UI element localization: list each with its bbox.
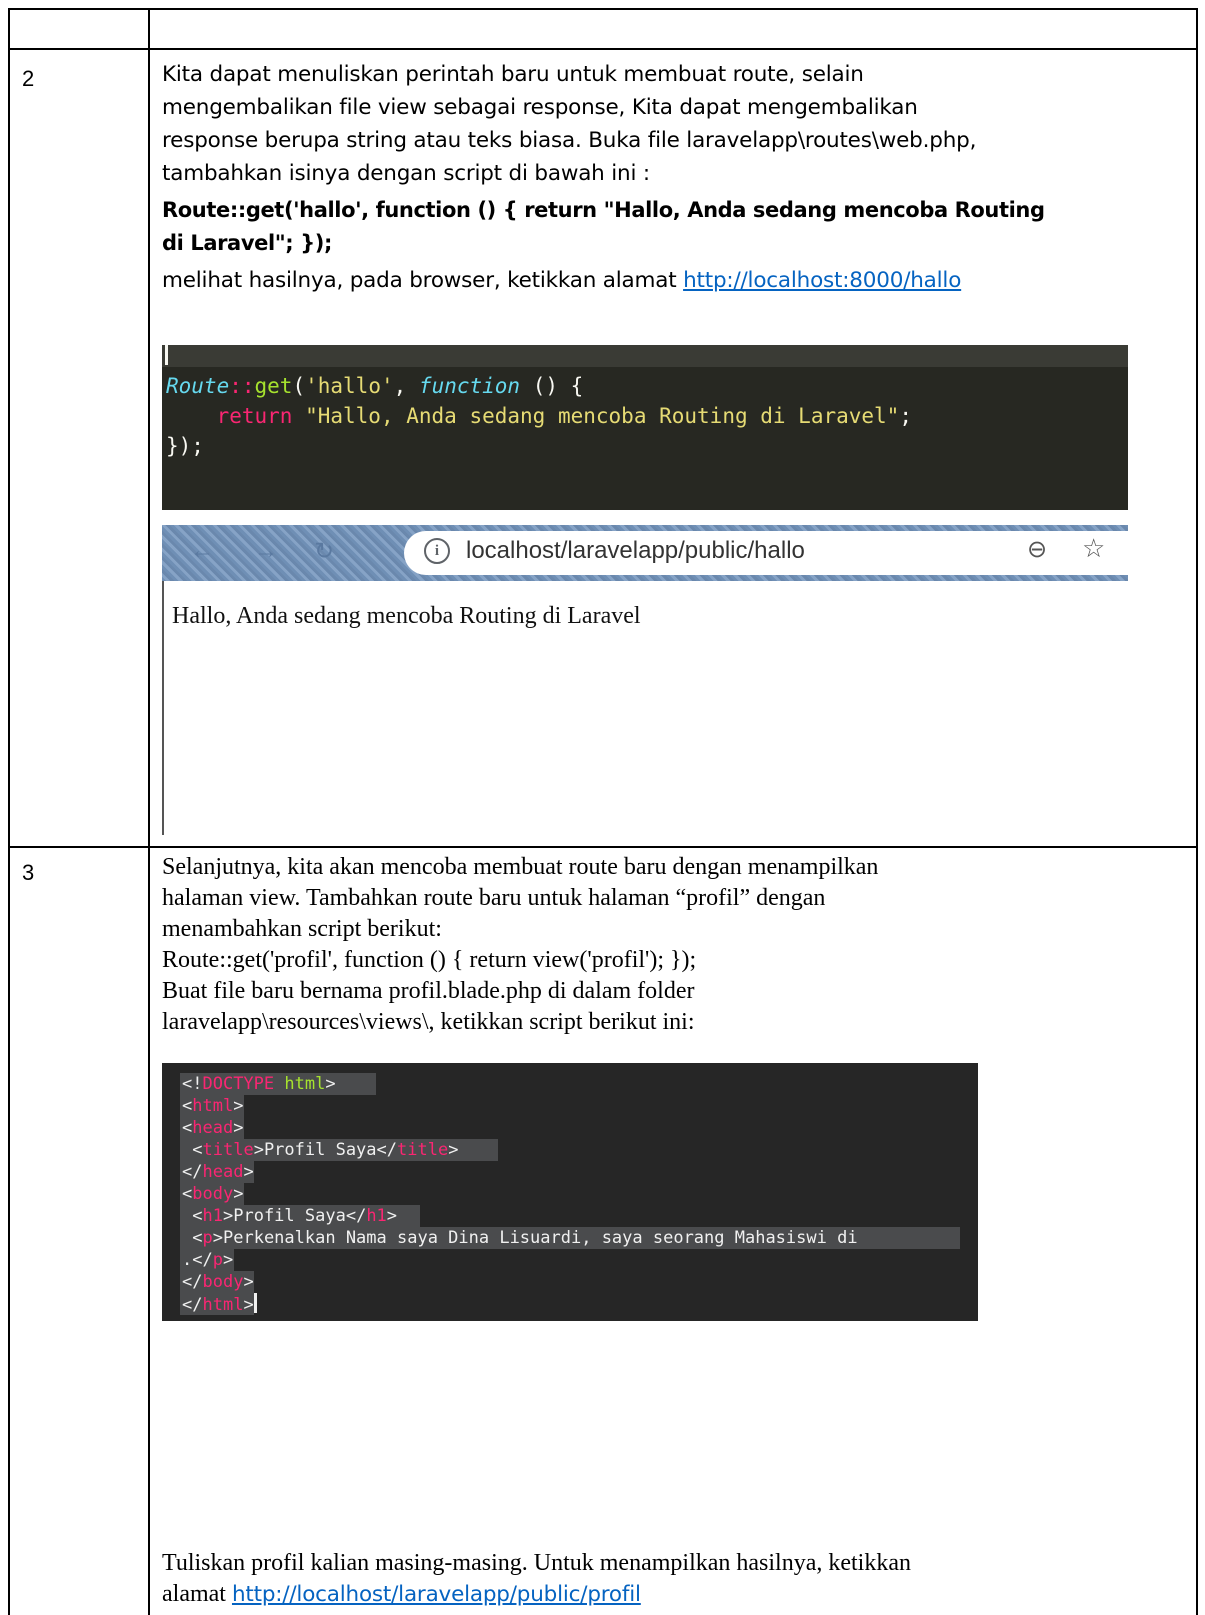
star-icon[interactable]: ☆ — [1082, 533, 1105, 564]
table-border-right — [1196, 8, 1198, 1615]
forward-arrow-icon[interactable]: → — [254, 537, 278, 565]
intro-line: tambahkan isinya dengan script di bawah … — [162, 161, 650, 186]
outro-line: alamat http://localhost/laravelapp/publi… — [162, 1579, 1192, 1610]
bold-code-line: di Laravel"; }); — [162, 231, 332, 255]
intro-line: response berupa string atau teks biasa. … — [162, 128, 977, 153]
intro-line: Buat file baru bernama profil.blade.php … — [162, 978, 695, 1004]
code-line: .</p> — [182, 1250, 234, 1270]
row-3-outro: Tuliskan profil kalian masing-masing. Un… — [162, 1548, 1192, 1610]
address-url[interactable]: localhost/laravelapp/public/hallo — [466, 537, 805, 565]
outro-prefix: alamat — [162, 1581, 232, 1607]
localhost-profil-link[interactable]: http://localhost/laravelapp/public/profi… — [232, 1582, 641, 1607]
code-block: Route::get('hallo', function () { return… — [166, 371, 912, 461]
code-line: </html> — [182, 1293, 257, 1316]
intro-line: mengembalikan file view sebagai response… — [162, 95, 918, 120]
table-row-divider-2 — [8, 846, 1198, 848]
code-line: <head> — [182, 1118, 244, 1138]
table-column-divider — [148, 8, 150, 1615]
code-line: <p>Perkenalkan Nama saya Dina Lisuardi, … — [192, 1228, 858, 1248]
result-prefix: melihat hasilnya, pada browser, ketikkan… — [162, 268, 684, 293]
code-line: Route::get('hallo', function () { — [166, 374, 584, 398]
row-2-content: Kita dapat menuliskan perintah baru untu… — [162, 58, 1192, 297]
code-line: <title>Profil Saya</title> — [192, 1140, 459, 1160]
code-line: </head> — [182, 1162, 254, 1182]
zoom-out-icon[interactable]: ⊖ — [1027, 535, 1047, 564]
reload-icon[interactable]: ↻ — [314, 537, 334, 566]
code-line: }); — [166, 434, 204, 458]
text-cursor — [165, 345, 168, 365]
intro-line: Kita dapat menuliskan perintah baru untu… — [162, 62, 864, 87]
table-border-left — [8, 8, 10, 1615]
row-number: 3 — [22, 860, 35, 885]
outro-line: Tuliskan profil kalian masing-masing. Un… — [162, 1550, 912, 1576]
code-editor-route-hallo: Route::get('hallo', function () { return… — [162, 345, 1128, 510]
code-line: return "Hallo, Anda sedang mencoba Routi… — [216, 404, 912, 428]
code-line: <html> — [182, 1096, 244, 1116]
code-line: <h1>Profil Saya</h1> — [192, 1206, 398, 1226]
code-line: </body> — [182, 1272, 254, 1292]
editor-top-bar — [162, 345, 1128, 367]
text-cursor — [253, 1293, 257, 1313]
info-icon[interactable]: i — [424, 538, 450, 564]
table-border-top — [8, 8, 1198, 10]
localhost-hallo-link[interactable]: http://localhost:8000/hallo — [683, 268, 961, 293]
browser-screenshot: ← → ↻ i localhost/laravelapp/public/hall… — [162, 525, 1128, 835]
bold-code-line: Route::get('hallo', function () { return… — [162, 198, 1045, 222]
intro-line: Route::get('profil', function () { retur… — [162, 947, 697, 973]
intro-line: halaman view. Tambahkan route baru untuk… — [162, 885, 826, 911]
code-line: <!DOCTYPE html> — [182, 1074, 336, 1094]
page-content-text: Hallo, Anda sedang mencoba Routing di La… — [172, 603, 641, 629]
back-arrow-icon[interactable]: ← — [190, 537, 214, 565]
row-3-content: Selanjutnya, kita akan mencoba membuat r… — [162, 852, 1192, 1038]
code-line: <body> — [182, 1184, 244, 1204]
result-instruction: melihat hasilnya, pada browser, ketikkan… — [162, 264, 1192, 297]
intro-line: menambahkan script berikut: — [162, 916, 442, 942]
table-row-divider-1 — [8, 48, 1198, 50]
intro-line: Selanjutnya, kita akan mencoba membuat r… — [162, 854, 879, 880]
code-editor-profil-blade: <!DOCTYPE html> <html> <head> <title>Pro… — [162, 1063, 978, 1321]
row-number: 2 — [22, 66, 35, 91]
intro-line: laravelapp\resources\views\, ketikkan sc… — [162, 1009, 695, 1035]
page-left-edge — [162, 581, 164, 835]
